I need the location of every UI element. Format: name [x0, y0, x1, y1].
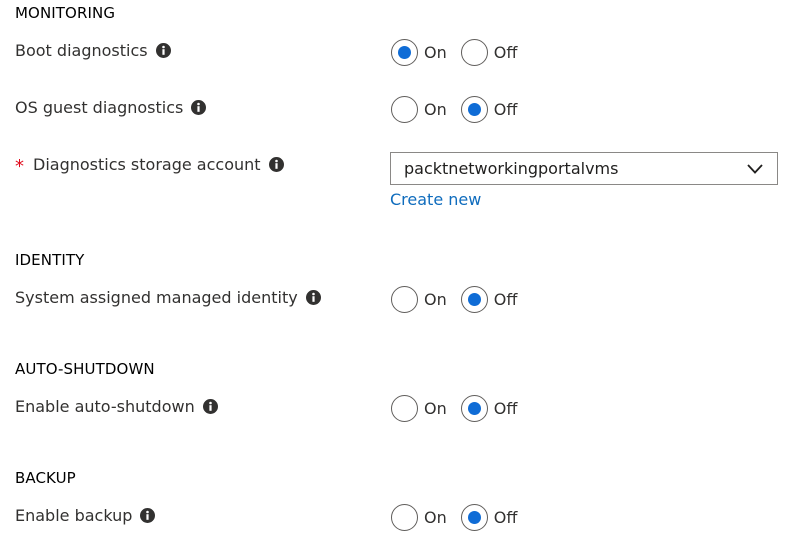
section-heading-auto-shutdown: AUTO-SHUTDOWN: [15, 360, 155, 378]
os-guest-diagnostics-label-row: OS guest diagnostics: [15, 98, 207, 117]
info-icon[interactable]: [268, 157, 284, 172]
info-icon[interactable]: [202, 399, 218, 414]
boot-diagnostics-off-radio[interactable]: Off: [460, 38, 518, 66]
info-icon[interactable]: [155, 43, 171, 58]
info-icon[interactable]: [140, 508, 156, 523]
radio-label-off: Off: [493, 42, 518, 62]
radio-unselected-indicator[interactable]: [460, 38, 488, 66]
radio-label-on: On: [424, 42, 447, 62]
auto-shutdown-label-row: Enable auto-shutdown: [15, 397, 218, 416]
create-new-link[interactable]: Create new: [390, 190, 481, 209]
section-heading-monitoring: MONITORING: [15, 4, 116, 22]
os-guest-diagnostics-off-radio[interactable]: Off: [460, 95, 518, 123]
backup-label-row: Enable backup: [15, 506, 156, 525]
diagnostics-storage-value: packtnetworkingportalvms: [404, 159, 619, 178]
system-identity-label-row: System assigned managed identity: [15, 288, 321, 307]
section-heading-backup: BACKUP: [15, 469, 76, 487]
radio-label-off: Off: [493, 507, 518, 527]
section-heading-identity: IDENTITY: [15, 251, 85, 269]
backup-label: Enable backup: [15, 506, 133, 525]
backup-off-radio[interactable]: Off: [460, 503, 518, 531]
boot-diagnostics-radio-group: On Off: [391, 38, 517, 66]
radio-unselected-indicator[interactable]: [391, 285, 418, 313]
system-identity-on-radio[interactable]: On: [391, 285, 447, 313]
radio-selected-indicator[interactable]: [460, 95, 488, 123]
chevron-down-icon: [747, 163, 763, 174]
radio-label-on: On: [424, 398, 447, 418]
backup-radio-group: On Off: [391, 503, 517, 531]
auto-shutdown-radio-group: On Off: [391, 394, 517, 422]
info-icon[interactable]: [305, 290, 321, 305]
os-guest-diagnostics-on-radio[interactable]: On: [391, 95, 447, 123]
backup-on-radio[interactable]: On: [391, 503, 447, 531]
radio-label-on: On: [424, 289, 447, 309]
boot-diagnostics-on-radio[interactable]: On: [391, 38, 447, 66]
os-guest-diagnostics-radio-group: On Off: [391, 95, 517, 123]
radio-label-on: On: [424, 507, 447, 527]
radio-selected-indicator[interactable]: [460, 285, 488, 313]
system-identity-off-radio[interactable]: Off: [460, 285, 518, 313]
radio-unselected-indicator[interactable]: [391, 95, 418, 123]
auto-shutdown-label: Enable auto-shutdown: [15, 397, 195, 416]
radio-unselected-indicator[interactable]: [391, 394, 418, 422]
diagnostics-storage-label-row: * Diagnostics storage account: [15, 155, 284, 177]
radio-selected-indicator[interactable]: [391, 38, 418, 66]
auto-shutdown-on-radio[interactable]: On: [391, 394, 447, 422]
system-identity-label: System assigned managed identity: [15, 288, 298, 307]
diagnostics-storage-dropdown[interactable]: packtnetworkingportalvms: [390, 152, 778, 185]
radio-label-off: Off: [493, 289, 518, 309]
radio-label-off: Off: [493, 398, 518, 418]
radio-selected-indicator[interactable]: [460, 394, 488, 422]
info-icon[interactable]: [191, 100, 207, 115]
radio-label-off: Off: [493, 99, 518, 119]
boot-diagnostics-label: Boot diagnostics: [15, 41, 148, 60]
radio-unselected-indicator[interactable]: [391, 503, 418, 531]
os-guest-diagnostics-label: OS guest diagnostics: [15, 98, 184, 117]
boot-diagnostics-label-row: Boot diagnostics: [15, 41, 171, 60]
diagnostics-storage-label: Diagnostics storage account: [33, 155, 261, 174]
system-identity-radio-group: On Off: [391, 285, 517, 313]
required-marker: *: [15, 155, 24, 177]
radio-label-on: On: [424, 99, 447, 119]
radio-selected-indicator[interactable]: [460, 503, 488, 531]
auto-shutdown-off-radio[interactable]: Off: [460, 394, 518, 422]
